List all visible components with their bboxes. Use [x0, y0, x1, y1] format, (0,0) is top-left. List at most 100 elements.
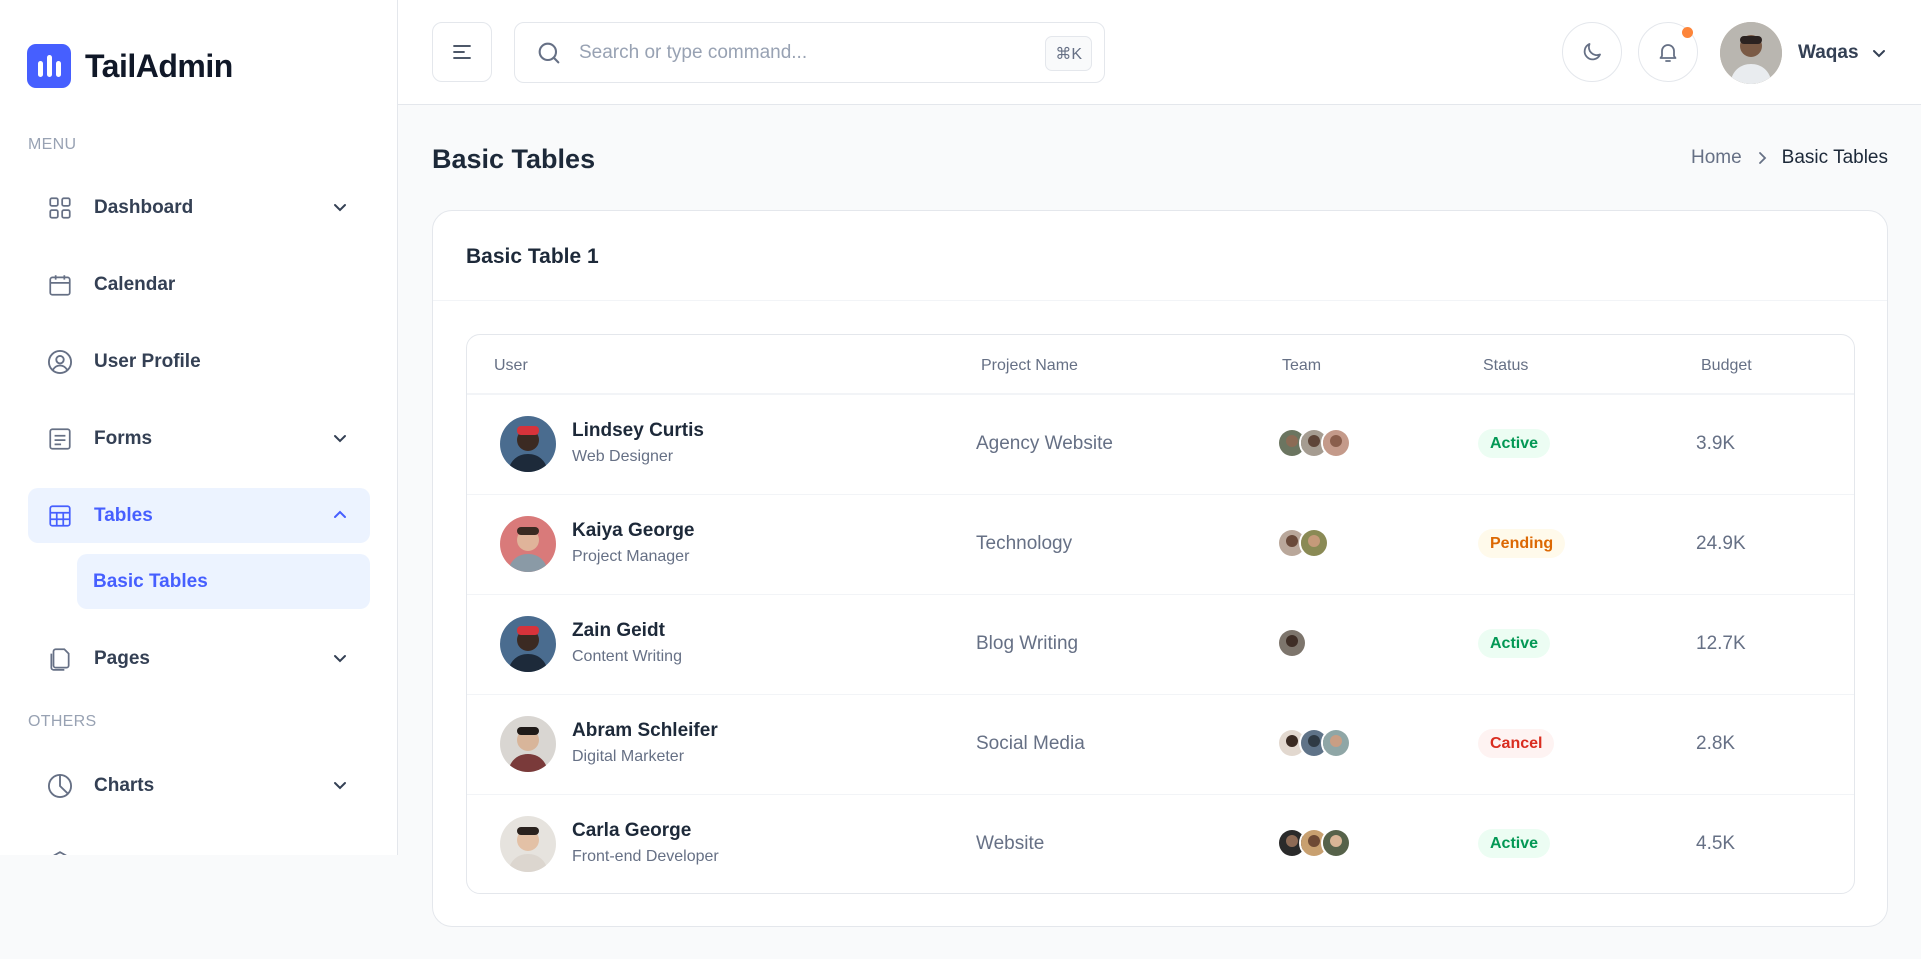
avatar: [500, 716, 556, 772]
bell-icon: [1659, 44, 1677, 62]
sidebar-item-calendar[interactable]: Calendar: [28, 257, 370, 312]
sidebar-item-forms[interactable]: Forms: [28, 411, 370, 466]
divider: [433, 300, 1887, 301]
sidebar-item-label: Forms: [94, 427, 153, 449]
sidebar-item-tables[interactable]: Tables: [28, 488, 370, 543]
team-avatars: [1277, 528, 1329, 558]
avatar: [1720, 22, 1782, 84]
breadcrumb-home-link[interactable]: Home: [1691, 147, 1742, 169]
team-avatar: [1321, 728, 1351, 758]
status-badge: Active: [1478, 629, 1551, 658]
column-header-budget: Budget: [1701, 357, 1752, 374]
sidebar-item-label: Pages: [94, 647, 150, 669]
avatar: [500, 816, 556, 872]
submenu-item-basic-tables[interactable]: Basic Tables: [77, 554, 370, 609]
table-row[interactable]: Kaiya George Project Manager Technology …: [467, 494, 1854, 594]
card-title: Basic Table 1: [466, 245, 599, 268]
form-icon: [46, 425, 74, 453]
team-avatars: [1277, 728, 1351, 758]
sidebar: TailAdmin MENU Dashboard Calendar User P…: [0, 0, 398, 855]
column-header-project: Project Name: [981, 357, 1078, 374]
team-avatars: [1277, 828, 1351, 858]
budget-value: 3.9K: [1696, 433, 1736, 454]
data-table: User Project Name Team Status Budget Lin…: [466, 334, 1855, 894]
chevron-down-icon: [334, 435, 346, 443]
user-name: Zain Geidt: [572, 620, 665, 641]
search-input[interactable]: [579, 41, 1019, 64]
project-name: Website: [976, 833, 1045, 854]
table-row[interactable]: Abram Schleifer Digital Marketer Social …: [467, 694, 1854, 794]
chevron-down-icon: [334, 204, 346, 212]
user-name: Carla George: [572, 820, 692, 841]
others-heading: OTHERS: [28, 713, 97, 730]
status-badge: Pending: [1478, 529, 1566, 558]
pie-chart-icon: [46, 772, 74, 800]
chevron-down-icon: [1872, 50, 1885, 58]
sidebar-item-label: Tables: [94, 504, 153, 526]
submenu-item-label: Basic Tables: [93, 570, 208, 592]
team-avatar: [1299, 528, 1329, 558]
user-role: Web Designer: [572, 448, 674, 465]
menu-icon: [453, 45, 471, 59]
team-avatar: [1321, 828, 1351, 858]
user-name: Waqas: [1798, 42, 1859, 63]
top-header: ⌘K Waqas: [398, 0, 1921, 105]
search-icon: [538, 42, 560, 63]
dark-mode-toggle[interactable]: [1562, 22, 1622, 82]
chevron-right-icon: [1758, 152, 1766, 164]
breadcrumb-current: Basic Tables: [1781, 147, 1888, 168]
chevron-down-icon: [334, 782, 346, 790]
status-badge: Active: [1478, 829, 1551, 858]
avatar: [500, 516, 556, 572]
table-icon: [46, 502, 74, 530]
project-name: Blog Writing: [976, 633, 1079, 654]
sidebar-item-dashboard[interactable]: Dashboard: [28, 180, 370, 235]
project-name: Social Media: [976, 733, 1085, 754]
page-title: Basic Tables: [432, 144, 596, 174]
search-bar[interactable]: ⌘K: [514, 22, 1105, 83]
user-menu[interactable]: Waqas: [1720, 22, 1889, 84]
table-row[interactable]: Carla George Front-end Developer Website…: [467, 794, 1854, 893]
budget-value: 2.8K: [1696, 733, 1736, 754]
chevron-down-icon: [334, 655, 346, 663]
column-header-team: Team: [1282, 357, 1322, 374]
status-badge: Cancel: [1478, 729, 1555, 758]
menu-toggle-button[interactable]: [432, 22, 492, 82]
table-row[interactable]: Lindsey Curtis Web Designer Agency Websi…: [467, 394, 1854, 494]
sidebar-item-partial[interactable]: [28, 835, 370, 855]
avatar: [500, 616, 556, 672]
breadcrumb: Home Basic Tables: [1691, 147, 1888, 169]
user-name: Lindsey Curtis: [572, 420, 704, 441]
sidebar-item-user-profile[interactable]: User Profile: [28, 334, 370, 389]
menu-heading: MENU: [28, 136, 77, 153]
sidebar-item-pages[interactable]: Pages: [28, 631, 370, 686]
sidebar-item-label: Charts: [94, 774, 155, 796]
budget-value: 12.7K: [1696, 633, 1746, 654]
logo-icon: [27, 44, 71, 88]
team-avatar: [1321, 428, 1351, 458]
moon-icon: [1583, 43, 1601, 61]
user-role: Digital Marketer: [572, 748, 685, 765]
shortcut-hint: ⌘K: [1045, 36, 1092, 71]
cube-icon: [46, 849, 74, 855]
notifications-button[interactable]: [1638, 22, 1698, 82]
sidebar-item-label: Dashboard: [94, 196, 194, 218]
notification-dot: [1682, 27, 1693, 38]
project-name: Agency Website: [976, 433, 1113, 454]
status-badge: Active: [1478, 429, 1551, 458]
sidebar-item-charts[interactable]: Charts: [28, 758, 370, 813]
app-name: TailAdmin: [85, 47, 233, 84]
budget-value: 4.5K: [1696, 833, 1736, 854]
avatar: [500, 416, 556, 472]
grid-icon: [46, 194, 74, 222]
user-circle-icon: [46, 348, 74, 376]
user-role: Project Manager: [572, 548, 690, 565]
table-row[interactable]: Zain Geidt Content Writing Blog Writing …: [467, 594, 1854, 694]
sidebar-item-label: Calendar: [94, 273, 176, 295]
column-header-user: User: [494, 357, 528, 374]
user-role: Content Writing: [572, 648, 682, 665]
app-logo[interactable]: TailAdmin: [27, 44, 233, 88]
chevron-up-icon: [334, 510, 346, 518]
sidebar-item-label: User Profile: [94, 350, 201, 372]
user-name: Abram Schleifer: [572, 720, 718, 741]
